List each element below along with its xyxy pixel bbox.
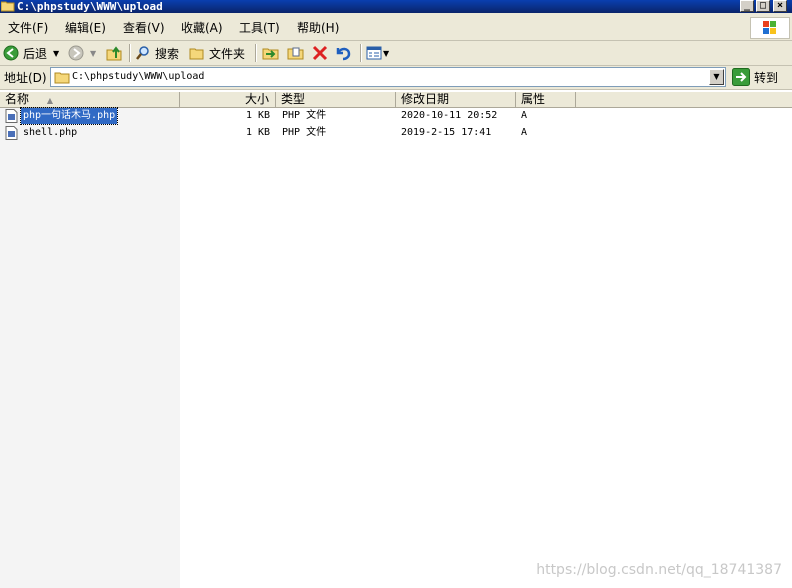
address-label: 地址(D) <box>4 71 47 85</box>
back-arrow-icon <box>3 45 19 61</box>
undo-icon <box>336 47 351 61</box>
file-size: 1 KB <box>246 127 271 138</box>
toolbar: 后退 ▼ ▼ 搜索 文件夹 ▼ <box>0 41 792 66</box>
file-name: php一句话木马.php <box>19 107 119 125</box>
minimize-button[interactable]: _ <box>740 0 754 12</box>
undo-button[interactable] <box>334 44 352 62</box>
folders-icon <box>189 48 204 60</box>
close-button[interactable]: × <box>773 0 787 12</box>
views-icon <box>366 46 382 60</box>
search-label: 搜索 <box>155 46 180 61</box>
file-name: shell.php <box>23 127 78 138</box>
menu-bar: 文件(F) 编辑(E) 查看(V) 收藏(A) 工具(T) 帮助(H) <box>0 16 792 41</box>
table-row[interactable]: shell.php 1 KB PHP 文件 2019-2-15 17:41 A <box>0 125 792 141</box>
title-bar[interactable]: C:\phpstudy\WWW\upload _ □ × <box>0 0 792 13</box>
move-to-icon <box>262 48 279 60</box>
file-size: 1 KB <box>246 110 271 121</box>
folder-icon <box>54 72 70 84</box>
menu-help[interactable]: 帮助(H) <box>297 20 339 36</box>
table-row[interactable]: php一句话木马.php 1 KB PHP 文件 2020-10-11 20:5… <box>0 107 792 125</box>
address-dropdown-button[interactable]: ▼ <box>709 69 724 85</box>
menu-edit[interactable]: 编辑(E) <box>65 20 106 36</box>
php-file-icon <box>5 126 18 140</box>
watermark-text: https://blog.csdn.net/qq_18741387 <box>536 562 782 578</box>
file-modified: 2019-2-15 17:41 <box>401 127 492 138</box>
copy-to-button[interactable] <box>287 44 305 62</box>
php-file-icon <box>5 109 18 123</box>
file-type: PHP 文件 <box>282 110 327 121</box>
column-header-filler <box>576 92 792 108</box>
column-header-name[interactable]: 名称 ▲ <box>0 92 180 108</box>
column-header-type[interactable]: 类型 <box>276 92 396 108</box>
up-folder-icon <box>106 46 122 61</box>
delete-button[interactable] <box>312 44 328 62</box>
forward-arrow-icon <box>68 45 84 61</box>
toolbar-separator <box>360 44 362 62</box>
folder-icon <box>1 1 15 12</box>
go-arrow-icon <box>732 68 750 86</box>
file-list-view[interactable]: 名称 ▲ 大小 类型 修改日期 属性 php一句话木马.php 1 KB PHP… <box>0 90 792 588</box>
move-to-button[interactable] <box>262 44 280 62</box>
menu-tools[interactable]: 工具(T) <box>239 20 280 36</box>
back-button[interactable]: 后退 ▼ <box>3 44 59 62</box>
back-dropdown-icon[interactable]: ▼ <box>53 49 59 58</box>
file-name-cell: shell.php <box>5 125 79 141</box>
menu-view[interactable]: 查看(V) <box>123 20 165 36</box>
toolbar-separator <box>129 44 131 62</box>
file-name-cell: php一句话木马.php <box>5 107 119 125</box>
up-folder-button[interactable] <box>106 44 123 62</box>
column-header-modified[interactable]: 修改日期 <box>396 92 516 108</box>
maximize-button[interactable]: □ <box>756 0 770 12</box>
folders-label: 文件夹 <box>209 46 246 61</box>
views-button[interactable]: ▼ <box>366 44 389 62</box>
name-column-shading <box>0 107 180 588</box>
menu-file[interactable]: 文件(F) <box>8 20 48 36</box>
forward-button[interactable]: ▼ <box>68 44 96 62</box>
file-modified: 2020-10-11 20:52 <box>401 110 498 121</box>
window-title: C:\phpstudy\WWW\upload <box>17 0 163 13</box>
address-input[interactable]: C:\phpstudy\WWW\upload ▼ <box>50 67 726 87</box>
menu-favorites[interactable]: 收藏(A) <box>181 20 223 36</box>
delete-icon <box>312 45 328 61</box>
file-attributes: A <box>521 110 528 121</box>
column-name-label: 名称 <box>5 92 30 106</box>
list-header: 名称 ▲ 大小 类型 修改日期 属性 <box>0 92 792 108</box>
copy-to-icon <box>287 47 304 60</box>
column-header-attributes[interactable]: 属性 <box>516 92 576 108</box>
go-button[interactable]: 转到 <box>732 68 778 86</box>
search-button[interactable]: 搜索 <box>135 44 179 62</box>
go-label: 转到 <box>754 70 779 85</box>
address-bar: 地址(D) C:\phpstudy\WWW\upload ▼ 转到 <box>0 66 792 90</box>
toolbar-separator <box>255 44 257 62</box>
folders-button[interactable]: 文件夹 <box>189 44 245 62</box>
address-value: C:\phpstudy\WWW\upload <box>72 71 205 82</box>
search-icon <box>136 46 149 60</box>
windows-logo-icon <box>750 17 790 39</box>
file-type: PHP 文件 <box>282 127 327 138</box>
back-label: 后退 <box>23 46 48 61</box>
column-header-size[interactable]: 大小 <box>180 92 276 108</box>
sort-ascending-icon: ▲ <box>46 96 53 105</box>
forward-dropdown-icon[interactable]: ▼ <box>90 49 96 58</box>
file-attributes: A <box>521 127 528 138</box>
views-dropdown-icon[interactable]: ▼ <box>383 49 389 58</box>
